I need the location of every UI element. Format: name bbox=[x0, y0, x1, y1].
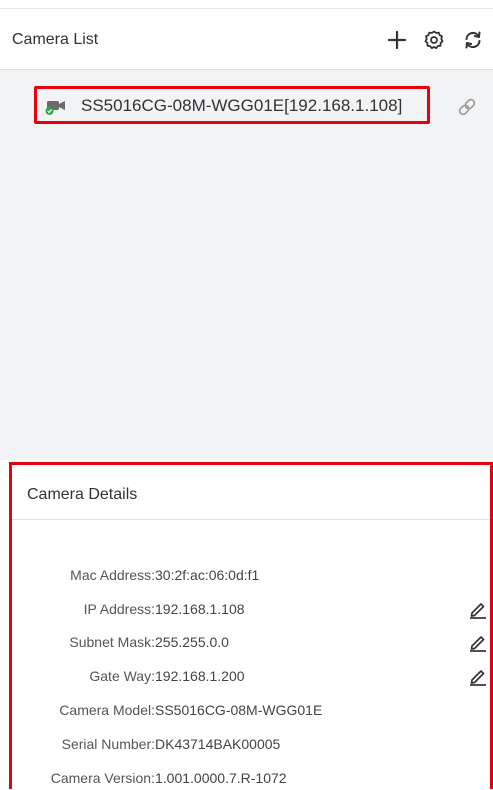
pencil-icon[interactable] bbox=[468, 599, 488, 619]
detail-label: Camera Version: bbox=[50, 770, 155, 786]
camera-list-item[interactable]: SS5016CG-08M-WGG01E[192.168.1.108] bbox=[34, 86, 430, 124]
detail-row-mac: Mac Address: 30:2f:ac:06:0d:f1 bbox=[12, 567, 493, 587]
detail-value: 1.001.0000.7.R-1072 bbox=[155, 770, 287, 786]
detail-label: Gate Way: bbox=[89, 668, 155, 684]
link-icon[interactable] bbox=[456, 96, 478, 118]
camera-list-header: Camera List bbox=[0, 9, 493, 70]
detail-value: 192.168.1.200 bbox=[155, 668, 245, 684]
detail-value: SS5016CG-08M-WGG01E bbox=[155, 702, 323, 718]
detail-row-model: Camera Model: SS5016CG-08M-WGG01E bbox=[12, 702, 493, 722]
detail-value: 192.168.1.108 bbox=[155, 601, 245, 617]
detail-label: Mac Address: bbox=[70, 567, 155, 583]
detail-label: Serial Number: bbox=[61, 736, 155, 752]
camera-list-title: Camera List bbox=[12, 31, 99, 48]
camera-item-label: SS5016CG-08M-WGG01E[192.168.1.108] bbox=[81, 96, 403, 115]
detail-row-subnet: Subnet Mask: 255.255.0.0 bbox=[12, 634, 493, 654]
refresh-icon[interactable] bbox=[462, 29, 484, 51]
detail-label: Camera Model: bbox=[59, 702, 155, 718]
detail-label: Subnet Mask: bbox=[69, 634, 155, 650]
camera-list-panel bbox=[0, 70, 493, 460]
detail-value: 30:2f:ac:06:0d:f1 bbox=[155, 567, 260, 583]
camera-details-title: Camera Details bbox=[27, 486, 138, 503]
detail-row-serial: Serial Number: DK43714BAK00005 bbox=[12, 736, 493, 756]
gear-icon[interactable] bbox=[423, 29, 445, 51]
pencil-icon[interactable] bbox=[468, 666, 488, 686]
detail-value: DK43714BAK00005 bbox=[155, 736, 281, 752]
plus-icon[interactable] bbox=[386, 29, 408, 51]
camera-icon bbox=[45, 98, 67, 116]
detail-row-version: Camera Version: 1.001.0000.7.R-1072 bbox=[12, 770, 493, 790]
detail-label: IP Address: bbox=[83, 601, 155, 617]
detail-row-ip: IP Address: 192.168.1.108 bbox=[12, 601, 493, 621]
camera-details-panel: Camera Details Mac Address: 30:2f:ac:06:… bbox=[9, 462, 493, 789]
detail-row-gateway: Gate Way: 192.168.1.200 bbox=[12, 668, 493, 688]
detail-value: 255.255.0.0 bbox=[155, 634, 229, 650]
camera-details-header: Camera Details bbox=[12, 465, 490, 520]
pencil-icon[interactable] bbox=[468, 632, 488, 652]
